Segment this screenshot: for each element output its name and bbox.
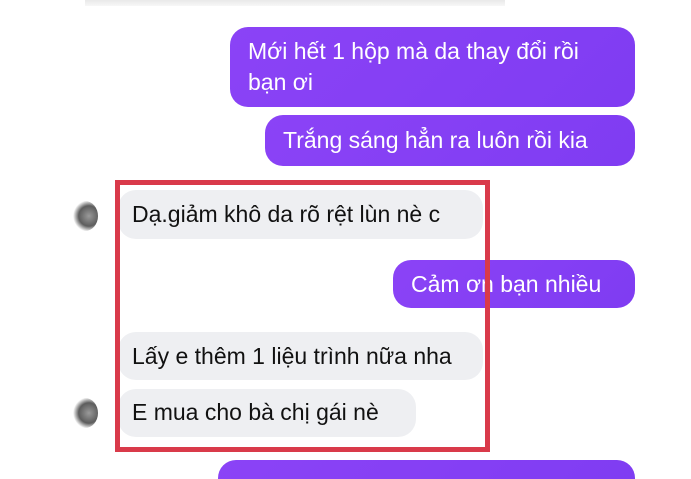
incoming-message[interactable]: E mua cho bà chị gái nè bbox=[118, 389, 416, 437]
chat-screenshot: Mới hết 1 hộp mà da thay đổi rồi bạn ơi … bbox=[0, 0, 691, 479]
message-text: Lấy e thêm 1 liệu trình nữa nha bbox=[132, 343, 452, 369]
message-text: Trắng sáng hẳn ra luôn rồi kia bbox=[283, 127, 588, 153]
message-text: E mua cho bà chị gái nè bbox=[132, 399, 379, 425]
message-text: Cảm ơn bạn nhiều bbox=[411, 271, 602, 297]
incoming-message[interactable]: Dạ.giảm khô da rõ rệt lùn nè c bbox=[118, 190, 483, 239]
outgoing-message[interactable] bbox=[218, 460, 635, 479]
incoming-message[interactable]: Lấy e thêm 1 liệu trình nữa nha bbox=[118, 332, 483, 380]
contact-avatar[interactable] bbox=[72, 201, 98, 231]
message-text: Dạ.giảm khô da rõ rệt lùn nè c bbox=[132, 201, 441, 227]
outgoing-message[interactable]: Trắng sáng hẳn ra luôn rồi kia bbox=[265, 115, 635, 166]
outgoing-message[interactable]: Mới hết 1 hộp mà da thay đổi rồi bạn ơi bbox=[230, 27, 635, 107]
outgoing-message[interactable]: Cảm ơn bạn nhiều bbox=[393, 260, 635, 308]
contact-avatar[interactable] bbox=[72, 398, 98, 428]
message-text-line: bạn ơi bbox=[248, 69, 313, 95]
top-divider bbox=[85, 0, 505, 6]
message-text-line: Mới hết 1 hộp mà da thay đổi rồi bbox=[248, 38, 579, 64]
